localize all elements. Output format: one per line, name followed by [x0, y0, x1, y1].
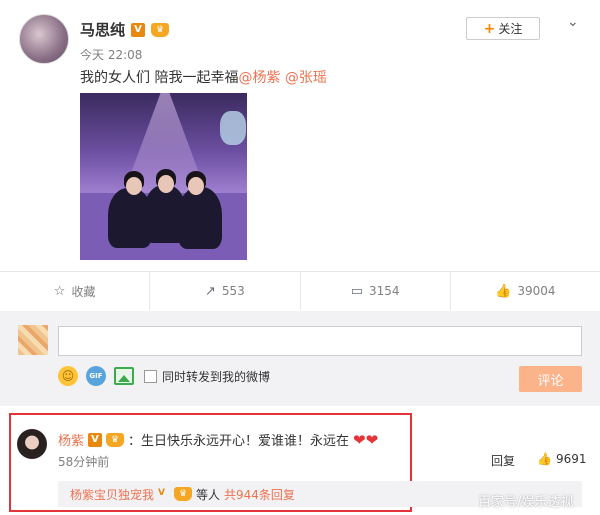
favorite-button[interactable]: ☆ 收藏	[0, 272, 149, 310]
face	[126, 177, 142, 195]
sub-reply-author[interactable]: 杨紫宝贝独宠我	[70, 486, 154, 503]
comment-line: 杨紫 V ♛ ：生日快乐永远开心！爱谁谁！永远在 ❤❤	[58, 430, 379, 450]
like-count: 39004	[517, 284, 556, 298]
commenter-avatar[interactable]	[17, 429, 47, 459]
verified-v-icon: V	[88, 432, 103, 447]
mention-link[interactable]: @杨紫	[238, 70, 280, 86]
post-text: 我的女人们 陪我一起幸福@杨紫 @张瑶	[80, 67, 327, 87]
comment-like-count: 9691	[555, 452, 587, 466]
face	[188, 177, 204, 195]
member-crown-icon: ♛	[174, 487, 193, 501]
comment-input[interactable]	[58, 326, 582, 356]
emoji-icon[interactable]: ☺	[58, 366, 78, 386]
gif-icon[interactable]: GIF	[86, 366, 106, 386]
author-avatar[interactable]	[19, 14, 69, 64]
comment-text: ：生日快乐永远开心！爱谁谁！永远在	[128, 434, 350, 449]
repost-count: 553	[221, 284, 245, 298]
plus-icon: +	[483, 20, 496, 37]
composer-toolbar: ☺ GIF 同时转发到我的微博	[58, 366, 270, 386]
post-text-body: 我的女人们 陪我一起幸福	[80, 70, 239, 86]
author-row: 马思纯 V ♛	[80, 19, 170, 40]
commenter-name[interactable]: 杨紫	[58, 430, 84, 449]
weibo-post-page: 马思纯 V ♛ 今天 22:08 + 关注 ⌄ 我的女人们 陪我一起幸福@杨紫 …	[0, 0, 600, 515]
action-bar: ☆ 收藏 ↗ 553 ▭ 3154 👍 39004	[0, 272, 600, 310]
submit-comment-button[interactable]: 评论	[519, 366, 582, 392]
mention-link[interactable]: @张瑶	[285, 70, 327, 86]
comment-time: 58分钟前	[58, 455, 110, 469]
member-crown-icon: ♛	[106, 432, 125, 447]
my-avatar	[18, 325, 48, 355]
repost-checkbox[interactable]: 同时转发到我的微博	[144, 368, 270, 385]
heart-icon: ❤❤	[353, 430, 379, 449]
image-icon[interactable]	[114, 367, 134, 385]
verified-v-icon: V	[158, 488, 165, 498]
chevron-down-icon[interactable]: ⌄	[567, 14, 579, 30]
watermark: 百家号/娱乐透视	[478, 495, 574, 510]
follow-button[interactable]: + 关注	[466, 17, 540, 40]
repost-button[interactable]: ↗ 553	[149, 272, 299, 310]
person-silhouette	[178, 187, 222, 249]
sub-reply-text: 等人	[196, 487, 221, 502]
like-button[interactable]: 👍 39004	[449, 272, 600, 310]
comment-icon: ▭	[350, 283, 363, 299]
lamp	[220, 111, 246, 145]
member-crown-icon: ♛	[151, 22, 170, 37]
reply-button[interactable]: 回复	[491, 452, 515, 469]
checkbox[interactable]	[144, 369, 157, 383]
sub-reply-count[interactable]: 共944条回复	[224, 486, 295, 503]
favorite-label: 收藏	[71, 284, 96, 299]
comment-button[interactable]: ▭ 3154	[299, 272, 450, 310]
author-name[interactable]: 马思纯	[80, 19, 125, 40]
comment-like-button[interactable]: 👍 9691	[537, 452, 587, 466]
follow-label: 关注	[498, 22, 523, 36]
post-timestamp[interactable]: 今天 22:08	[80, 46, 142, 63]
star-icon: ☆	[53, 283, 66, 299]
repost-icon: ↗	[204, 283, 216, 299]
comment-count: 3154	[369, 284, 400, 298]
thumbs-up-icon: 👍	[495, 283, 512, 299]
thumbs-up-icon: 👍	[537, 452, 552, 466]
repost-checkbox-label: 同时转发到我的微博	[162, 369, 271, 384]
post-photo[interactable]	[80, 93, 247, 260]
face	[158, 175, 174, 193]
verified-v-icon: V	[131, 22, 146, 37]
